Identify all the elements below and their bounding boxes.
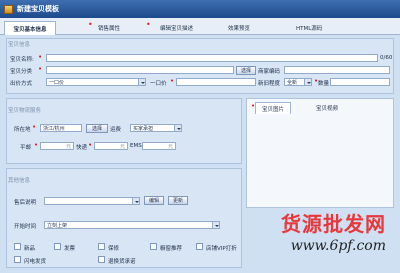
chevron-down-icon [212,222,219,228]
aftersale-update-button[interactable]: 更新 [168,196,188,205]
express-unit: 元 [119,144,125,150]
app-icon [4,4,13,14]
tab-bar: 宝贝基本信息 • 销售属性 • 编辑宝贝描述 效果预览 HTML源码 [0,18,400,35]
new-item-checkbox[interactable] [14,243,21,250]
required-marker: • [251,102,256,110]
chevron-down-icon [174,125,181,131]
required-marker: • [88,141,93,149]
warranty-label: 保修 [108,246,120,252]
start-time-select[interactable]: 立刻上架 [44,221,220,229]
vip-discount-label: 店铺VIP打折 [206,246,237,252]
aftersale-edit-button[interactable]: 编辑 [144,196,164,205]
aftersale-select[interactable] [44,197,140,205]
ems-unit: 元 [167,144,173,150]
other-info-section [6,168,242,268]
watermark-logo: 货源批发网 [281,212,386,236]
required-marker: • [32,123,37,131]
newness-value: 全新 [287,79,298,86]
newness-label: 新旧程度 [258,81,281,87]
merchant-code-label: 商家编码 [258,69,281,75]
aftersale-label: 售后说明 [14,200,37,206]
return-promise-label: 退换货承诺 [108,259,136,265]
name-label: 宝贝名称: [10,57,34,63]
category-label: 宝贝分类 [10,69,33,75]
sale-method-select[interactable]: 一口价 [46,78,146,86]
window-title: 新建宝贝模板 [17,5,59,13]
window-titlebar: 新建宝贝模板 [0,0,400,18]
required-marker: • [170,77,175,85]
category-input[interactable] [46,66,234,74]
showcase-label: 橱窗推荐 [160,246,183,252]
tab-basic-info[interactable]: 宝贝基本信息 [4,21,56,35]
start-time-label: 开始时间 [14,224,37,230]
tab-sales-attributes[interactable]: 销售属性 [98,21,138,35]
tab-preview[interactable]: 效果预览 [228,21,268,35]
merchant-code-input[interactable] [284,66,390,74]
freight-value: 买家承担 [133,125,154,132]
express-label: 快递 [76,145,88,151]
tab-edit-description[interactable]: 编辑宝贝描述 [160,21,210,35]
new-item-label: 新品 [24,246,36,252]
tab-item-video[interactable]: 宝贝视频 [309,102,345,114]
sale-method-label: 出价方式 [10,81,33,87]
item-name-input[interactable] [46,54,378,62]
invoice-checkbox[interactable] [54,243,61,250]
location-select-button[interactable]: 选择 [86,124,108,133]
required-marker: • [38,65,43,73]
price-input[interactable] [176,78,256,86]
sale-method-value: 一口价 [49,79,65,86]
name-counter: 0/60 [380,55,393,61]
mail-fee-input[interactable]: 元 [40,142,74,150]
basic-info-header: 宝贝信息 [8,42,31,48]
watermark-url: www.6pf.com [290,238,386,254]
location-label: 所在地 [14,127,31,133]
tab-html-source[interactable]: HTML源码 [296,21,336,35]
mail-unit: 元 [65,144,71,150]
category-select-button[interactable]: 选择 [236,66,256,75]
required-marker: • [34,141,39,149]
quantity-label: 数量 [318,81,330,87]
mail-label: 平邮 [20,145,32,151]
freight-select[interactable]: 买家承担 [130,124,182,132]
vip-discount-checkbox[interactable] [196,243,203,250]
media-panel: 宝贝图片 宝贝视频 • [246,98,394,208]
chevron-down-icon [138,79,145,85]
other-info-header: 其他信息 [8,178,31,184]
price-label: 一口价 [150,81,167,87]
tab-item-photos[interactable]: 宝贝图片 [255,102,291,114]
fast-delivery-label: 闪电发货 [24,259,47,265]
showcase-checkbox[interactable] [150,243,157,250]
required-marker: • [88,20,93,29]
logistics-header: 宝贝物流服务 [8,108,42,114]
freight-label: 运费 [110,127,122,133]
ems-label: EMS [130,143,142,149]
express-fee-input[interactable]: 元 [94,142,128,150]
newness-select[interactable]: 全新 [284,78,312,86]
chevron-down-icon [304,79,311,85]
invoice-label: 发票 [64,246,76,252]
location-input[interactable]: 浙江/杭州 [40,124,82,132]
return-promise-checkbox[interactable] [98,256,105,263]
warranty-checkbox[interactable] [98,243,105,250]
required-marker: • [146,20,151,29]
ems-fee-input[interactable]: 元 [142,142,176,150]
chevron-down-icon [132,198,139,204]
start-time-value: 立刻上架 [47,222,68,229]
fast-delivery-checkbox[interactable] [14,256,21,263]
required-marker: • [38,53,43,61]
quantity-input[interactable] [330,78,390,86]
